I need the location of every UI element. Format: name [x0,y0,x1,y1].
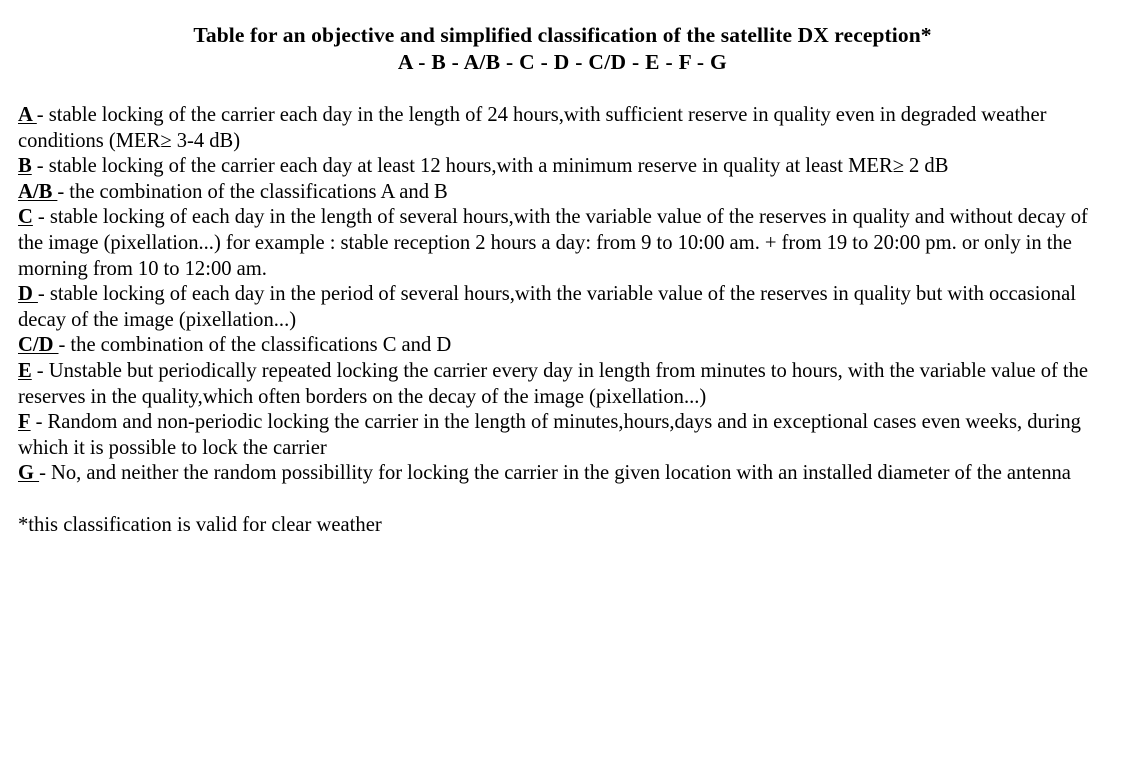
classification-label-f: F [18,411,31,434]
classification-description-a: - stable locking of the carrier each day… [18,104,1047,152]
classification-description-f: - Random and non-periodic locking the ca… [18,411,1081,459]
classification-label-g: G [18,462,40,485]
classification-entry-f: F - Random and non-periodic locking the … [18,410,1109,461]
footnote-spacer [18,487,1109,513]
classification-label-a: A [18,104,37,126]
page-title-line-1: Table for an objective and simplified cl… [193,23,932,47]
classification-description-g: - No, and neither the random possibillit… [39,462,1071,485]
classification-entry-g: G - No, and neither the random possibill… [18,461,1109,487]
classification-entry-ab: A/B - the combination of the classificat… [18,180,1109,206]
classification-label-e: E [18,359,32,382]
page-title-line-2: A - B - A/B - C - D - C/D - E - F - G [397,50,728,74]
classification-entry-b: B - stable locking of the carrier each d… [18,154,1109,180]
classification-description-c: - stable locking of each day in the leng… [18,206,1088,280]
document-page: Table for an objective and simplified cl… [0,0,1131,757]
classification-label-b: B [18,155,32,178]
document-title-block: Table for an objective and simplified cl… [0,0,1131,76]
classification-entry-e: E - Unstable but periodically repeated l… [18,359,1109,410]
classification-list: A - stable locking of the carrier each d… [0,76,1131,538]
classification-label-c: C [18,206,33,229]
footnote-text: *this classification is valid for clear … [18,513,382,536]
classification-label-cd: C/D [18,334,59,357]
classification-entry-c: C - stable locking of each day in the le… [18,205,1109,282]
classification-entry-cd: C/D - the combination of the classificat… [18,333,1109,359]
classification-description-d: - stable locking of each day in the peri… [18,283,1076,331]
classification-description-b: - stable locking of the carrier each day… [31,155,949,178]
classification-description-e: - Unstable but periodically repeated loc… [18,359,1089,408]
classification-description-ab: - the combination of the classifications… [57,180,448,203]
classification-description-cd: - the combination of the classifications… [58,334,452,357]
classification-entry-a: A - stable locking of the carrier each d… [18,103,1109,154]
classification-label-ab: A/B [18,180,58,203]
classification-entry-d: D - stable locking of each day in the pe… [18,282,1109,333]
classification-label-d: D [18,283,38,306]
